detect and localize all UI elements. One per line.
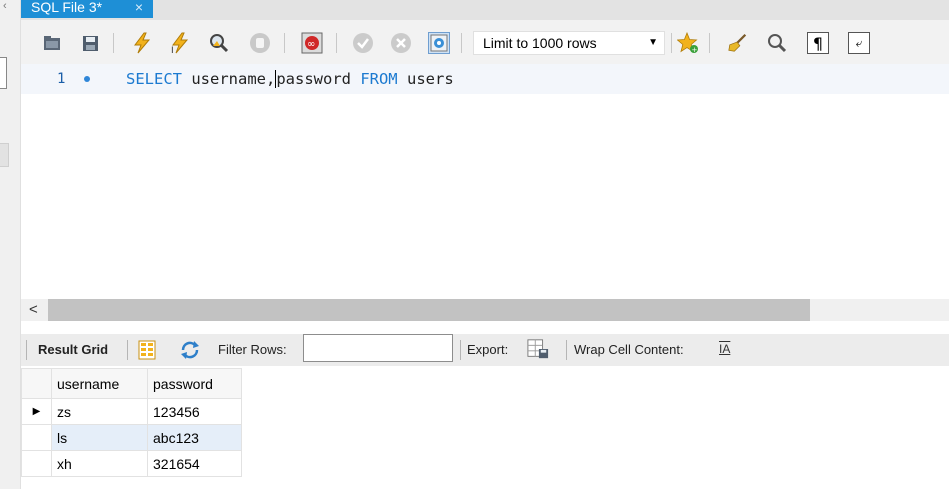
result-grid-tab[interactable]: Result Grid xyxy=(38,342,108,357)
toolbar-separator xyxy=(113,33,114,53)
cell-password[interactable]: 321654 xyxy=(147,450,242,477)
row-header-corner xyxy=(21,368,52,399)
sql-table: users xyxy=(397,70,454,88)
toolbar-separator xyxy=(566,340,567,360)
limit-rows-value: Limit to 1000 rows xyxy=(483,35,597,51)
refresh-icon[interactable] xyxy=(179,339,201,361)
invisible-chars-icon[interactable]: ¶ xyxy=(807,32,829,54)
table-row[interactable]: xh 321654 xyxy=(21,450,242,477)
folder-open-icon[interactable] xyxy=(41,32,63,54)
cell-password[interactable]: 123456 xyxy=(147,398,242,425)
result-grid-table: username password ▶ zs 123456 ls abc123 … xyxy=(21,368,242,477)
sql-columns: username, xyxy=(182,70,276,88)
limit-rows-select[interactable]: Limit to 1000 rows ▼ xyxy=(473,31,665,55)
wrap-cell-content-label: Wrap Cell Content: xyxy=(574,342,684,357)
export-icon[interactable] xyxy=(527,338,549,360)
column-header-username[interactable]: username xyxy=(51,368,148,399)
toolbar-separator xyxy=(671,33,672,53)
toolbar-separator xyxy=(709,33,710,53)
wrap-cell-toggle-icon[interactable]: IA xyxy=(719,342,730,356)
stop-icon[interactable] xyxy=(249,32,271,54)
scrollbar-thumb[interactable] xyxy=(48,299,810,321)
side-panel-element xyxy=(0,143,9,167)
line-number: 1 xyxy=(57,71,66,87)
save-icon[interactable] xyxy=(79,32,101,54)
toolbar-separator xyxy=(336,33,337,53)
column-header-password[interactable]: password xyxy=(147,368,242,399)
table-row[interactable]: ls abc123 xyxy=(21,424,242,451)
wrap-lines-icon[interactable]: ⤶ xyxy=(848,32,870,54)
left-panel-edge: ‹ xyxy=(0,0,21,489)
cell-username[interactable]: zs xyxy=(51,398,148,425)
toolbar-separator xyxy=(284,33,285,53)
svg-text:∞: ∞ xyxy=(307,39,315,50)
execute-selection-icon[interactable]: I xyxy=(169,32,191,54)
sql-keyword-from: FROM xyxy=(350,70,398,88)
toolbar-separator xyxy=(460,340,461,360)
toolbar-separator xyxy=(127,340,128,360)
cell-password[interactable]: abc123 xyxy=(147,424,242,451)
toolbar-separator xyxy=(26,340,27,360)
export-label: Export: xyxy=(467,342,509,357)
svg-text:I: I xyxy=(171,46,174,54)
bookmark-add-icon[interactable]: + xyxy=(677,32,699,54)
tab-sql-file-3[interactable]: SQL File 3* × xyxy=(21,0,153,18)
statement-marker-icon xyxy=(84,76,90,82)
filter-rows-input[interactable] xyxy=(303,334,453,362)
tab-bar: SQL File 3* × xyxy=(21,0,949,20)
sql-columns-2: password xyxy=(276,70,351,88)
rollback-icon[interactable] xyxy=(390,32,412,54)
explain-icon[interactable] xyxy=(208,32,230,54)
sql-editor[interactable]: 1 SELECT username,password FROM users xyxy=(21,64,949,299)
filter-rows-label: Filter Rows: xyxy=(218,342,287,357)
beautify-icon[interactable] xyxy=(727,32,749,54)
svg-text:+: + xyxy=(692,46,698,54)
form-editor-icon[interactable] xyxy=(136,339,158,361)
collapse-chevron-icon[interactable]: ‹ xyxy=(3,0,7,12)
toolbar-separator xyxy=(461,33,462,53)
toggle-error-icon[interactable]: ∞ xyxy=(301,32,323,54)
cell-username[interactable]: xh xyxy=(51,450,148,477)
editor-horizontal-scrollbar[interactable]: < xyxy=(21,299,949,321)
row-indicator xyxy=(21,424,52,451)
sql-keyword-select: SELECT xyxy=(126,70,182,88)
tab-title: SQL File 3* xyxy=(31,0,103,15)
sql-editor-toolbar: I ∞ Limit to 1000 rows ▼ + ¶ ⤶ xyxy=(21,20,949,64)
commit-icon[interactable] xyxy=(352,32,374,54)
row-indicator xyxy=(21,450,52,477)
find-icon[interactable] xyxy=(766,32,788,54)
table-row[interactable]: ▶ zs 123456 xyxy=(21,398,242,425)
autocommit-icon[interactable] xyxy=(428,32,450,54)
result-toolbar: Result Grid Filter Rows: Export: Wrap Ce… xyxy=(21,334,949,366)
cell-username[interactable]: ls xyxy=(51,424,148,451)
close-tab-icon[interactable]: × xyxy=(135,0,143,14)
scroll-left-icon[interactable]: < xyxy=(29,301,38,318)
sql-code-line[interactable]: SELECT username,password FROM users xyxy=(126,70,454,88)
row-pointer-icon: ▶ xyxy=(21,398,52,425)
side-panel-element xyxy=(0,57,7,89)
editor-current-line: 1 SELECT username,password FROM users xyxy=(21,64,949,94)
execute-icon[interactable] xyxy=(131,32,153,54)
dropdown-arrow-icon: ▼ xyxy=(648,37,658,48)
